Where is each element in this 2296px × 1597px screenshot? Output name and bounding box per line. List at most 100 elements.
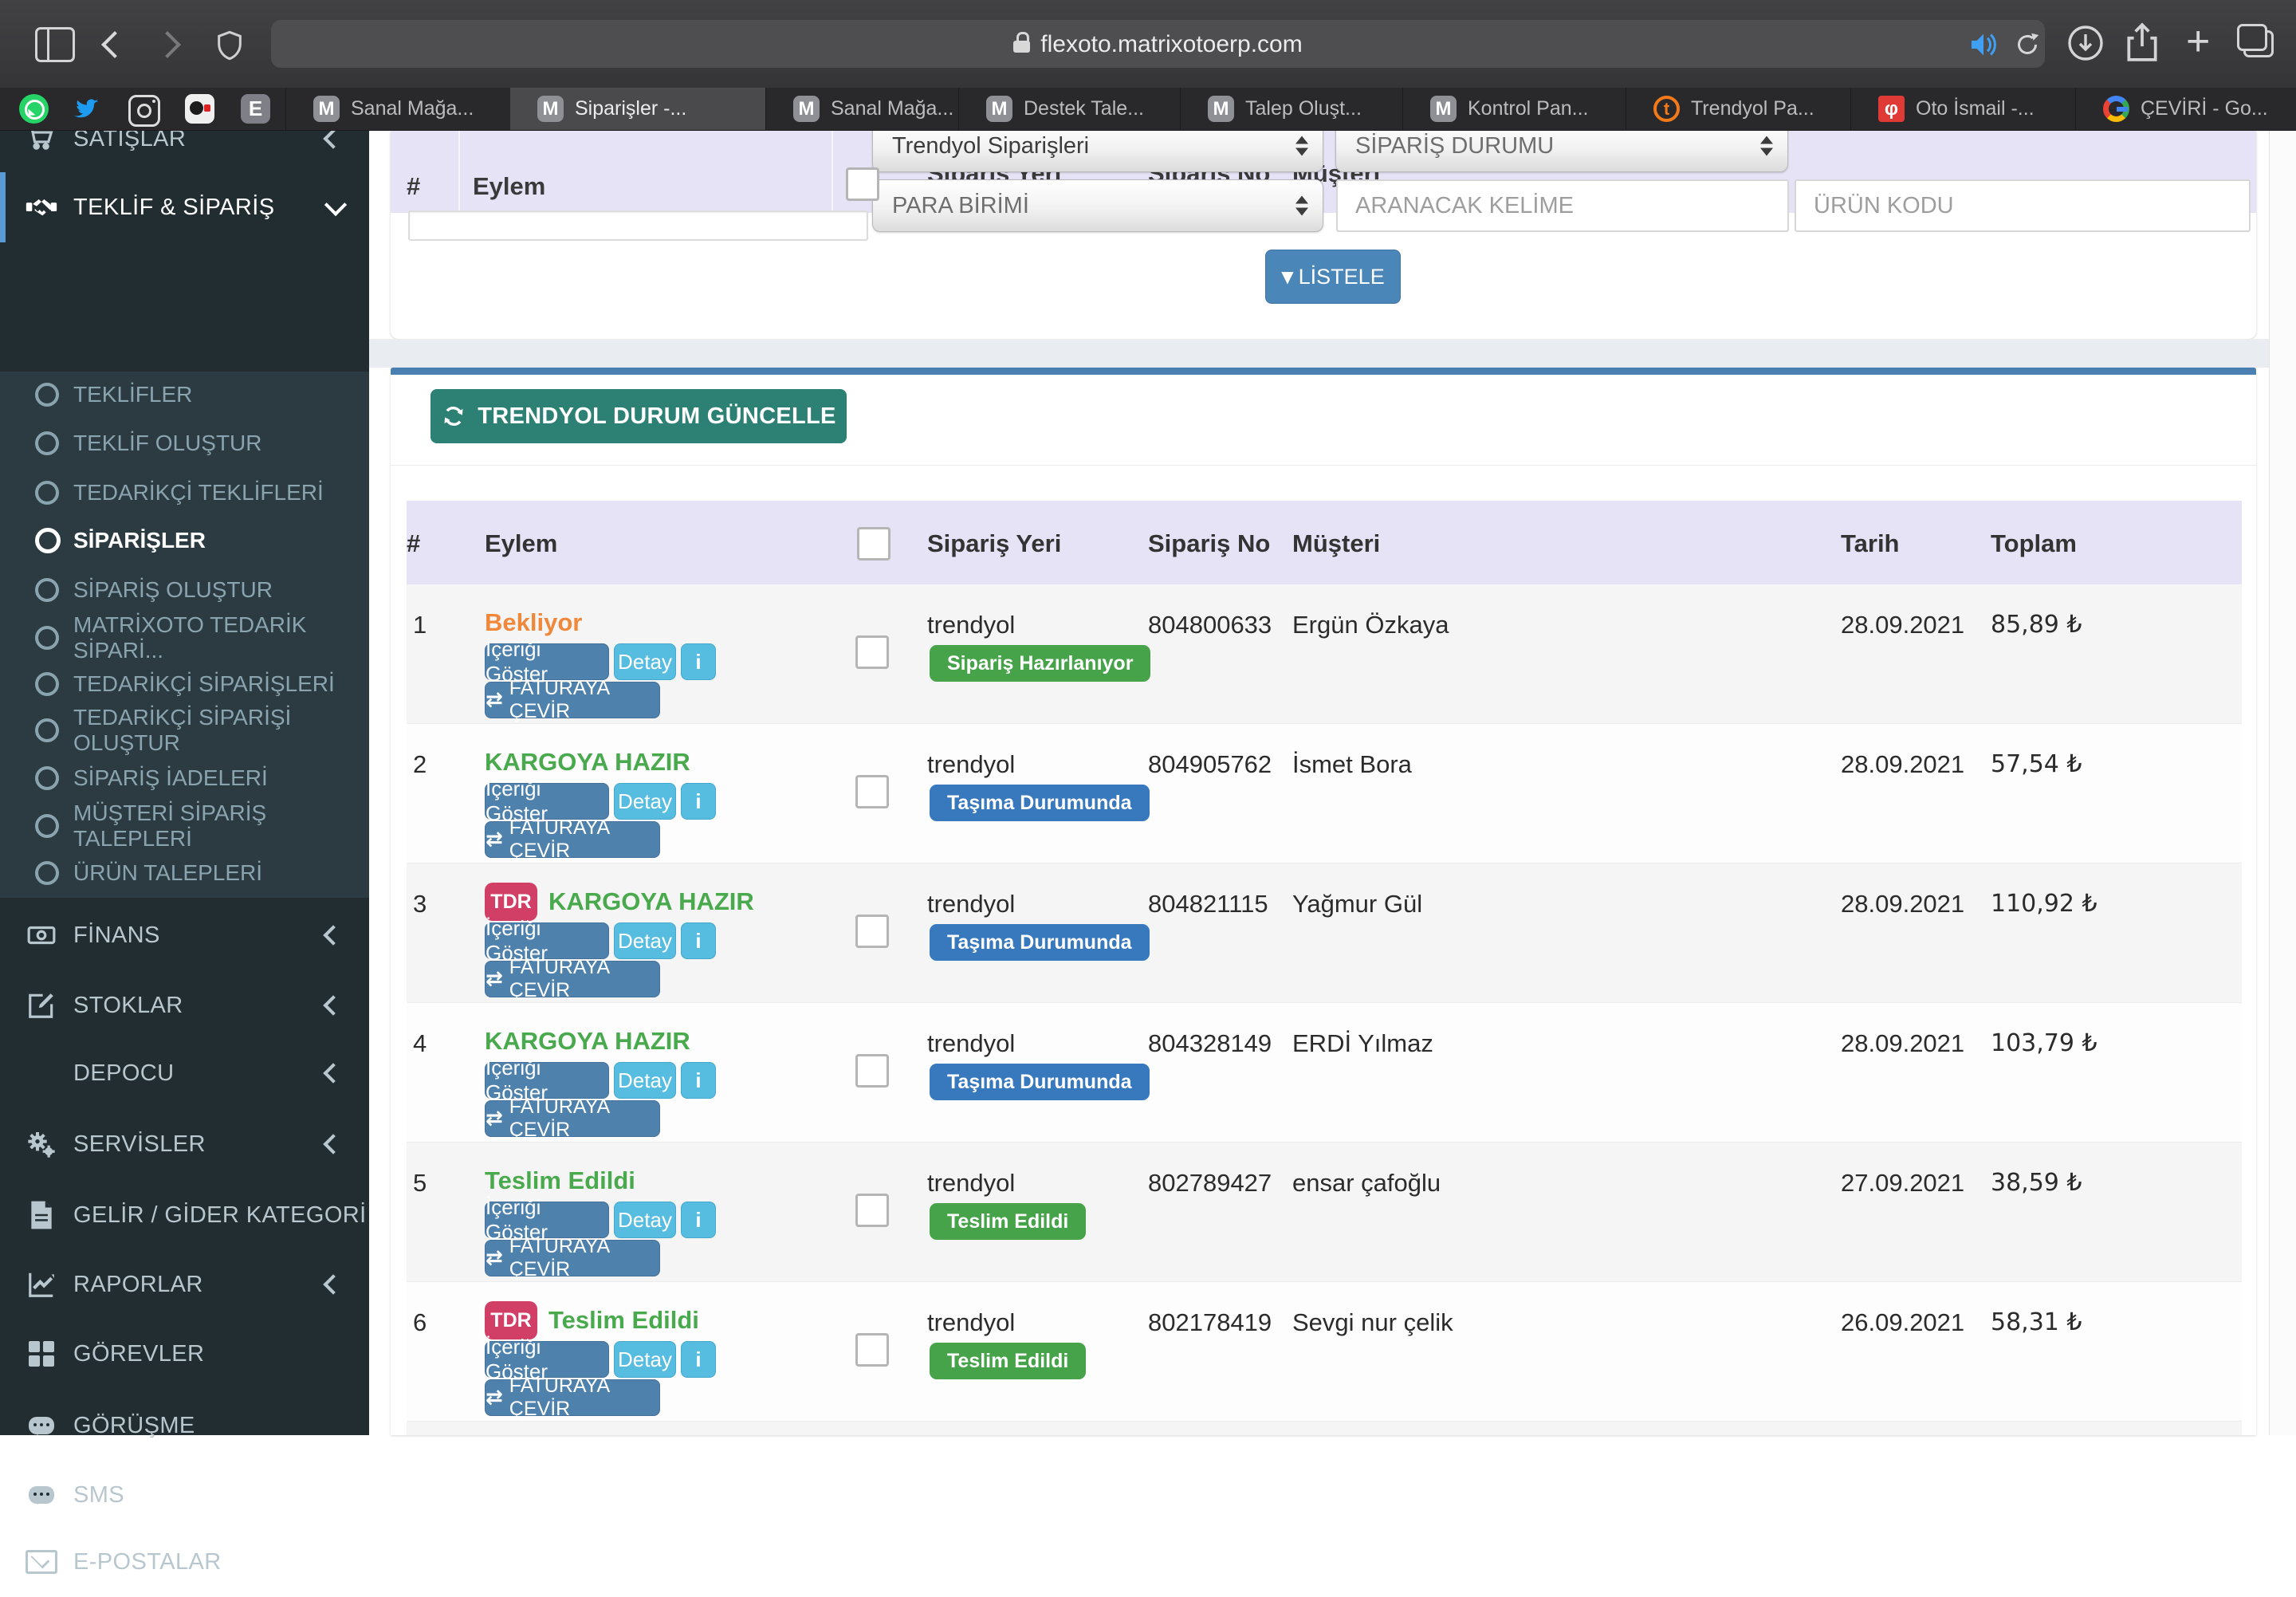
- order-date: 27.09.2021: [1841, 1169, 1965, 1197]
- row-checkbox[interactable]: [855, 775, 889, 808]
- tab-sanal-magaza-2[interactable]: M Sanal Mağa...: [765, 88, 958, 130]
- sidebar-subitem-musteri-siparis-talepleri[interactable]: MÜŞTERİ SİPARİŞ TALEPLERİ: [0, 800, 369, 851]
- tab-talep-olustur[interactable]: M Talep Oluşt...: [1180, 88, 1402, 130]
- row-checkbox[interactable]: [855, 635, 889, 669]
- downloads-icon[interactable]: [2066, 24, 2105, 62]
- tab-kontrol-paneli[interactable]: M Kontrol Pan...: [1402, 88, 1626, 130]
- sidebar-subitem-urun-talepleri[interactable]: ÜRÜN TALEPLERİ: [0, 849, 369, 897]
- new-tab-icon[interactable]: +: [2186, 21, 2210, 62]
- to-invoice-button[interactable]: ⇄ FATURAYA ÇEVİR: [485, 1095, 660, 1141]
- m-favicon: M: [1208, 96, 1234, 122]
- trendyol-update-button[interactable]: TRENDYOL DURUM GÜNCELLE: [431, 389, 847, 443]
- row-checkbox[interactable]: [855, 915, 889, 948]
- sidebar-item-gelir-gider[interactable]: GELİR / GİDER KATEGORİ: [0, 1180, 369, 1250]
- whatsapp-pinned-tab[interactable]: [19, 94, 49, 124]
- detail-button[interactable]: Detay: [614, 922, 676, 959]
- product-code-input[interactable]: [1795, 179, 2251, 232]
- sound-icon[interactable]: [1968, 31, 1999, 58]
- to-invoice-button[interactable]: ⇄ FATURAYA ÇEVİR: [485, 1375, 660, 1420]
- table-row: 2 KARGOYA HAZIR İçeriği Göster Detay i ⇄…: [407, 724, 2242, 863]
- to-invoice-button[interactable]: ⇄ FATURAYA ÇEVİR: [485, 677, 660, 722]
- col-num: #: [407, 529, 421, 557]
- to-invoice-button[interactable]: ⇄ FATURAYA ÇEVİR: [485, 816, 660, 862]
- tab-oto-ismail[interactable]: φ Oto İsmail -...: [1850, 88, 2075, 130]
- customer-name: İsmet Bora: [1292, 750, 1412, 778]
- sidebar-subitem-tedarikci-teklifleri[interactable]: TEDARİKÇİ TEKLİFLERİ: [0, 469, 369, 517]
- address-bar[interactable]: flexoto.matrixotoerp.com: [271, 20, 2045, 68]
- info-button[interactable]: i: [681, 643, 716, 680]
- reload-icon[interactable]: [2013, 30, 2042, 60]
- currency-select[interactable]: PARA BİRİMİ: [872, 179, 1323, 232]
- chevron-left-icon: [323, 995, 344, 1016]
- sidebar-item-sms[interactable]: SMS: [0, 1460, 369, 1530]
- show-content-button[interactable]: İçeriği Göster: [485, 1335, 609, 1383]
- sidebar-subitem-siparis-iadeleri[interactable]: SİPARİŞ İADELERİ: [0, 754, 369, 802]
- exchange-icon: ⇄: [486, 828, 503, 852]
- to-invoice-button[interactable]: ⇄ FATURAYA ÇEVİR: [485, 956, 660, 1001]
- order-no: 802789427: [1148, 1169, 1272, 1197]
- sidebar-item-stoklar[interactable]: STOKLAR: [0, 970, 369, 1040]
- tab-destek-talepleri[interactable]: M Destek Tale...: [958, 88, 1180, 130]
- row-checkbox[interactable]: [855, 1333, 889, 1367]
- sidebar-toggle-icon[interactable]: [35, 27, 75, 62]
- chevron-left-icon: [323, 1063, 344, 1084]
- sidebar-item-raporlar[interactable]: RAPORLAR: [0, 1249, 369, 1320]
- tab-sanal-magaza-1[interactable]: M Sanal Mağa...: [285, 88, 510, 130]
- sidebar-item-gorevler[interactable]: GÖREVLER: [0, 1319, 369, 1389]
- order-status: KARGOYA HAZIR: [485, 748, 690, 776]
- detail-button[interactable]: Detay: [614, 1341, 676, 1378]
- to-invoice-button[interactable]: ⇄ FATURAYA ÇEVİR: [485, 1235, 660, 1280]
- info-button[interactable]: i: [681, 783, 716, 820]
- tab-ceviri-google[interactable]: ÇEVİRİ - Go...: [2075, 88, 2296, 130]
- info-button[interactable]: i: [681, 922, 716, 959]
- envelope-icon: [26, 1546, 57, 1578]
- row-checkbox[interactable]: [855, 1054, 889, 1088]
- sidebar-subitem-siparisler[interactable]: SİPARİŞLER: [0, 517, 369, 564]
- detail-button[interactable]: Detay: [614, 783, 676, 820]
- info-button[interactable]: i: [681, 1202, 716, 1238]
- instagram-pinned-tab[interactable]: [128, 95, 160, 127]
- sidebar-item-servisler[interactable]: SERVİSLER: [0, 1109, 369, 1179]
- show-content-button[interactable]: İçeriği Göster: [485, 1056, 609, 1104]
- back-icon[interactable]: [101, 31, 128, 58]
- sidebar-subitem-tedarikci-siparisi-olustur[interactable]: TEDARİKÇİ SİPARİŞİ OLUŞTUR: [0, 705, 369, 755]
- info-button[interactable]: i: [681, 1062, 716, 1099]
- e-pinned-tab[interactable]: E: [241, 94, 270, 124]
- scrollbar[interactable]: [2269, 130, 2296, 1435]
- shield-icon[interactable]: [214, 29, 246, 62]
- keyword-input[interactable]: [1336, 179, 1789, 232]
- sidebar-subitem-tedarikci-siparisleri[interactable]: TEDARİKÇİ SİPARİŞLERİ: [0, 660, 369, 708]
- order-status: Teslim Edildi: [548, 1306, 699, 1334]
- detail-button[interactable]: Detay: [614, 1062, 676, 1099]
- upper-select-all-checkbox[interactable]: [846, 167, 879, 201]
- tab-overview-icon[interactable]: [2237, 24, 2275, 61]
- sidebar-subitem-siparis-olustur[interactable]: SİPARİŞ OLUŞTUR: [0, 566, 369, 614]
- sidebar-subitem-teklif-olustur[interactable]: TEKLİF OLUŞTUR: [0, 419, 369, 467]
- sidebar-item-teklif-siparis[interactable]: TEKLİF & SİPARİŞ: [0, 172, 369, 242]
- share-icon[interactable]: [2122, 21, 2162, 65]
- sidebar-item-epostalar[interactable]: E-POSTALAR: [0, 1527, 369, 1597]
- info-button[interactable]: i: [681, 1341, 716, 1378]
- show-content-button[interactable]: İçeriği Göster: [485, 637, 609, 686]
- tab-siparisler-active[interactable]: M Siparişler -...: [510, 88, 765, 130]
- twitter-pinned-tab[interactable]: [70, 94, 102, 124]
- sidebar-item-finans[interactable]: FİNANS: [0, 900, 369, 970]
- circle-icon: [35, 578, 59, 602]
- forward-icon[interactable]: [154, 31, 181, 58]
- extra-filter-input[interactable]: [408, 210, 868, 241]
- show-content-button[interactable]: İçeriği Göster: [485, 1195, 609, 1244]
- show-content-button[interactable]: İçeriği Göster: [485, 916, 609, 965]
- tab-trendyol-paneli[interactable]: t Trendyol Pa...: [1626, 88, 1850, 130]
- detail-button[interactable]: Detay: [614, 1202, 676, 1238]
- order-place: trendyol: [927, 890, 1016, 918]
- detail-button[interactable]: Detay: [614, 643, 676, 680]
- show-content-button[interactable]: İçeriği Göster: [485, 777, 609, 825]
- row-checkbox[interactable]: [855, 1194, 889, 1227]
- listele-button[interactable]: ▼ LİSTELE: [1265, 250, 1401, 304]
- sidebar-item-depocu[interactable]: DEPOCU: [0, 1038, 369, 1108]
- select-all-checkbox[interactable]: [857, 527, 890, 561]
- sidebar-subitem-matrixoto-tedarik[interactable]: MATRİXOTO TEDARİK SİPARİ...: [0, 612, 369, 663]
- sidebar-item-gorusme[interactable]: GÖRÜŞME: [0, 1390, 369, 1461]
- sidebar-subitem-teklifler[interactable]: TEKLİFLER: [0, 371, 369, 419]
- video-pinned-tab[interactable]: [185, 94, 214, 124]
